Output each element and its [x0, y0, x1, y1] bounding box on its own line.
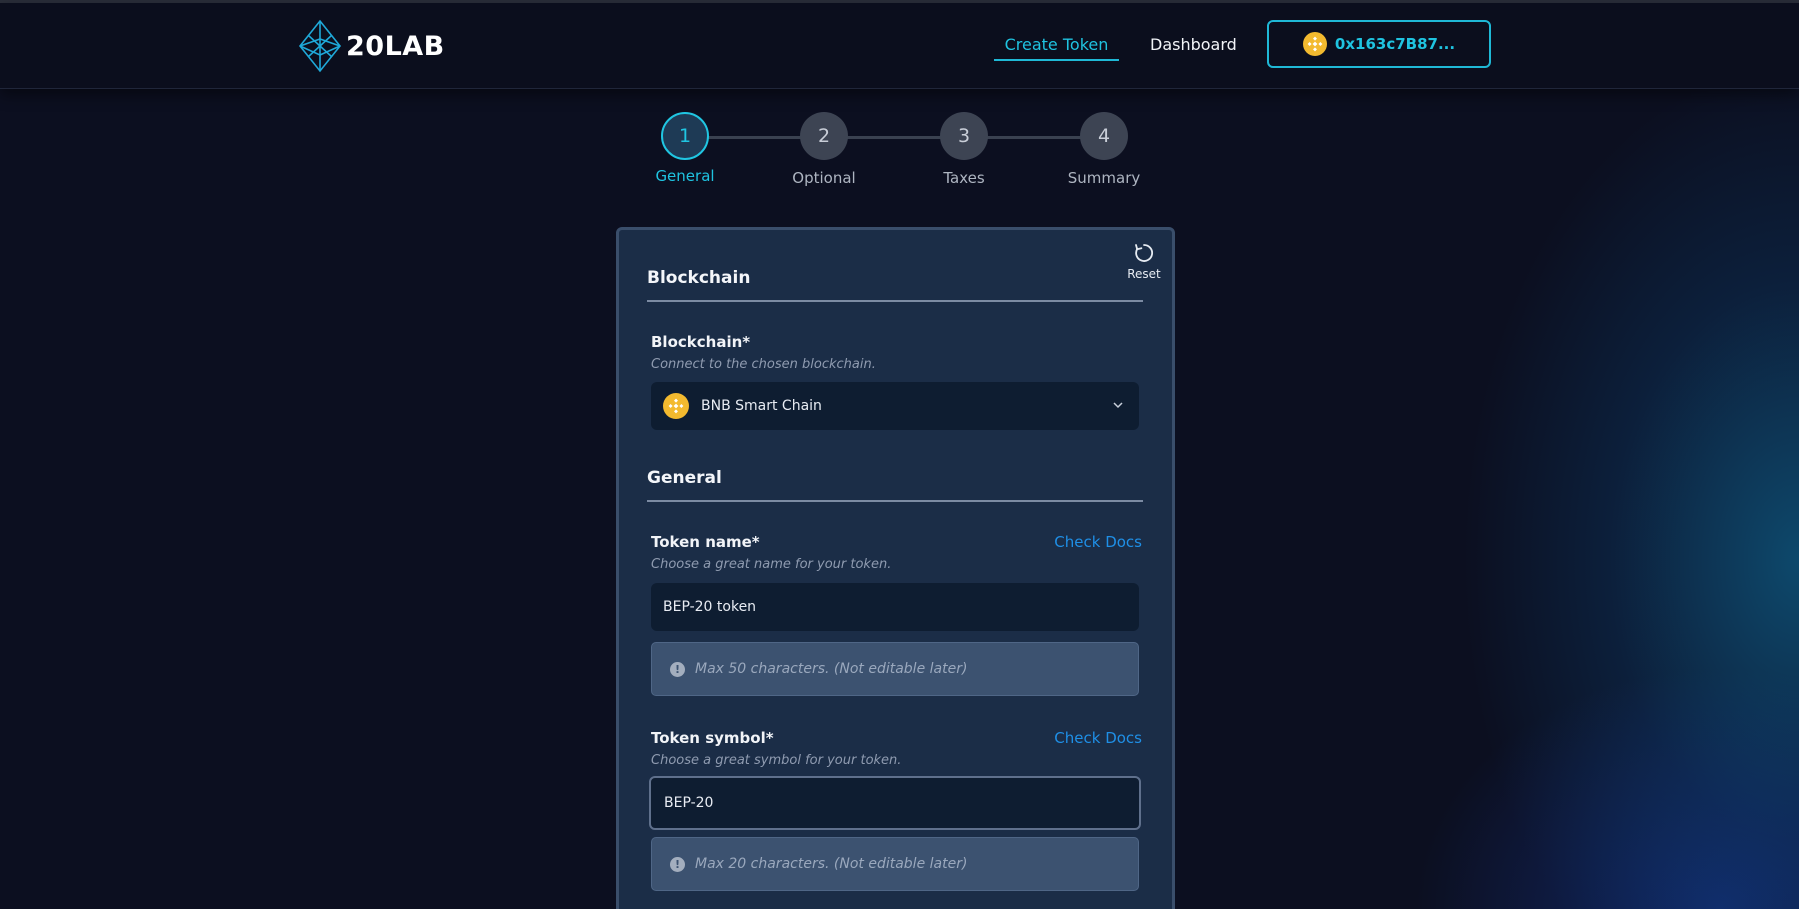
bnb-icon	[1302, 32, 1327, 56]
logo-text: 20LAB	[346, 30, 445, 62]
token-name-label: Token name*	[651, 533, 760, 551]
info-icon: !	[670, 856, 685, 872]
step-label: General	[655, 167, 715, 185]
section-title-blockchain: Blockchain	[647, 268, 1143, 302]
blockchain-help: Connect to the chosen blockchain.	[651, 357, 876, 372]
step-general[interactable]: 1 General	[635, 112, 735, 185]
token-name-input[interactable]: BEP-20 token	[651, 583, 1139, 631]
token-symbol-note: ! Max 20 characters. (Not editable later…	[651, 837, 1139, 891]
token-name-help: Choose a great name for your token.	[651, 557, 892, 572]
token-symbol-check-docs-link[interactable]: Check Docs	[1054, 729, 1142, 747]
step-taxes[interactable]: 3 Taxes	[914, 112, 1014, 187]
step-number: 1	[661, 112, 709, 160]
step-label: Summary	[1067, 169, 1141, 187]
reset-icon	[1135, 244, 1153, 262]
token-symbol-help: Choose a great symbol for your token.	[651, 753, 902, 768]
nav-dashboard[interactable]: Dashboard	[1150, 35, 1237, 54]
step-optional[interactable]: 2 Optional	[774, 112, 874, 187]
token-symbol-note-text: Max 20 characters. (Not editable later)	[695, 856, 968, 872]
step-number: 2	[800, 112, 848, 160]
top-navbar: 20LAB Create Token Dashboard 0x163c7B87.…	[0, 3, 1799, 89]
token-name-note: ! Max 50 characters. (Not editable later…	[651, 642, 1139, 696]
logo[interactable]: 20LAB	[298, 19, 445, 73]
chevron-down-icon	[1113, 402, 1123, 409]
step-number: 4	[1080, 112, 1128, 160]
blockchain-label: Blockchain*	[651, 333, 751, 351]
step-summary[interactable]: 4 Summary	[1054, 112, 1154, 187]
info-icon: !	[670, 661, 685, 677]
nav-create-token[interactable]: Create Token	[994, 33, 1119, 61]
step-number: 3	[940, 112, 988, 160]
token-symbol-input[interactable]: BEP-20	[649, 776, 1141, 830]
wallet-address: 0x163c7B87...	[1334, 35, 1456, 53]
token-name-note-text: Max 50 characters. (Not editable later)	[695, 661, 968, 677]
step-label: Taxes	[943, 169, 985, 187]
section-title-general: General	[647, 468, 1143, 502]
token-symbol-label: Token symbol*	[651, 729, 774, 747]
bnb-icon	[663, 393, 689, 419]
token-form-card: Reset Blockchain Blockchain* Connect to …	[616, 227, 1175, 909]
token-name-check-docs-link[interactable]: Check Docs	[1054, 533, 1142, 551]
blockchain-select[interactable]: BNB Smart Chain	[651, 382, 1139, 430]
step-connector	[685, 136, 1085, 139]
logo-icon	[298, 19, 342, 73]
step-label: Optional	[792, 169, 856, 187]
wallet-button[interactable]: 0x163c7B87...	[1267, 20, 1491, 68]
blockchain-selected-value: BNB Smart Chain	[701, 398, 822, 414]
step-progress: 1 General 2 Optional 3 Taxes 4 Summary	[640, 112, 1160, 192]
